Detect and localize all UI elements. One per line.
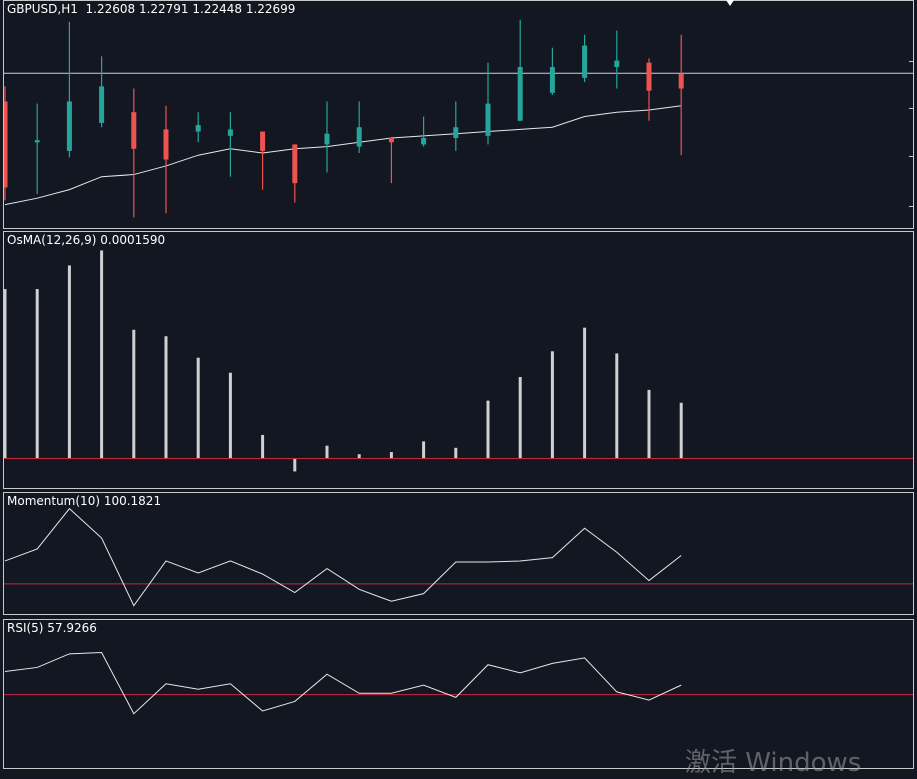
candle-body — [99, 86, 105, 123]
osma-bar — [228, 372, 232, 459]
candle-body — [163, 129, 169, 160]
candle-body — [614, 60, 620, 68]
candle — [4, 86, 8, 201]
candle-body — [131, 112, 137, 149]
osma-bar — [164, 336, 168, 459]
osma-bar — [357, 454, 361, 459]
osma-bar — [4, 289, 7, 459]
price-axis-tick — [909, 108, 913, 109]
candle — [485, 62, 491, 145]
candle-body — [646, 62, 652, 91]
candle-body — [678, 73, 684, 89]
osma-bar — [100, 250, 104, 459]
price-axis-tick — [909, 206, 913, 207]
momentum-pane[interactable]: Momentum(10) 100.1821 — [3, 492, 914, 615]
candle — [646, 58, 652, 121]
candle — [324, 101, 330, 173]
candle-body — [195, 125, 201, 132]
rsi-pane-label: RSI(5) 57.9266 — [7, 621, 97, 635]
momentum-chart-svg[interactable] — [4, 493, 914, 615]
osma-bar — [132, 329, 136, 459]
candle-body — [549, 67, 555, 93]
candle-body — [324, 133, 330, 145]
candle — [260, 131, 266, 190]
osma-chart-svg[interactable] — [4, 232, 914, 489]
osma-bar — [454, 447, 458, 459]
price-pane-label: GBPUSD,H1 1.22608 1.22791 1.22448 1.2269… — [7, 2, 296, 16]
candle-body — [292, 144, 298, 184]
candle — [195, 112, 201, 143]
candle — [388, 138, 394, 184]
osma-bar — [293, 458, 297, 472]
candle — [131, 88, 137, 218]
osma-bar — [518, 377, 522, 459]
price-chart-svg[interactable] — [4, 1, 914, 229]
candle — [99, 56, 105, 128]
scroll-marker-icon — [726, 0, 734, 6]
candle — [678, 34, 684, 156]
moving-average-line — [4, 105, 682, 206]
candle-body — [582, 45, 588, 78]
osma-pane[interactable]: OsMA(12,26,9) 0.0001590 — [3, 231, 914, 489]
candle-body — [227, 129, 233, 136]
candle — [582, 34, 588, 83]
momentum-line — [4, 507, 682, 607]
candle-body — [388, 138, 394, 143]
candle-body — [4, 101, 8, 188]
candle — [549, 47, 555, 95]
candle-body — [34, 140, 40, 143]
osma-bar — [422, 441, 426, 459]
candle-body — [66, 101, 72, 151]
candle — [356, 101, 362, 154]
candle — [292, 144, 298, 203]
price-pane[interactable]: GBPUSD,H1 1.22608 1.22791 1.22448 1.2269… — [3, 0, 914, 229]
osma-bar — [67, 265, 71, 459]
candle-body — [421, 138, 427, 145]
candle — [614, 30, 620, 89]
osma-bar — [261, 434, 265, 459]
candle — [453, 101, 459, 151]
osma-bar — [196, 357, 200, 459]
candle — [517, 19, 523, 121]
osma-bar — [35, 289, 39, 459]
candle-body — [485, 103, 491, 136]
candle-body — [260, 131, 266, 151]
momentum-pane-label: Momentum(10) 100.1821 — [7, 494, 162, 508]
candle — [66, 21, 72, 158]
candle — [227, 112, 233, 177]
osma-bar — [486, 400, 490, 459]
osma-pane-label: OsMA(12,26,9) 0.0001590 — [7, 233, 166, 247]
rsi-line — [4, 651, 682, 715]
osma-bar — [550, 351, 554, 459]
candle — [163, 105, 169, 214]
candle-body — [517, 67, 523, 121]
price-axis-tick — [909, 61, 913, 62]
osma-bar — [679, 402, 683, 459]
price-axis-tick — [909, 156, 913, 157]
osma-bar — [325, 445, 329, 459]
osma-bar — [583, 327, 587, 459]
candle — [34, 103, 40, 194]
osma-bar — [647, 389, 651, 459]
candle-body — [356, 127, 362, 147]
osma-bar — [615, 353, 619, 459]
windows-activation-watermark: 激活 Windows — [685, 748, 862, 778]
candle-body — [453, 127, 459, 138]
osma-bar — [389, 452, 393, 459]
candle — [421, 116, 427, 147]
